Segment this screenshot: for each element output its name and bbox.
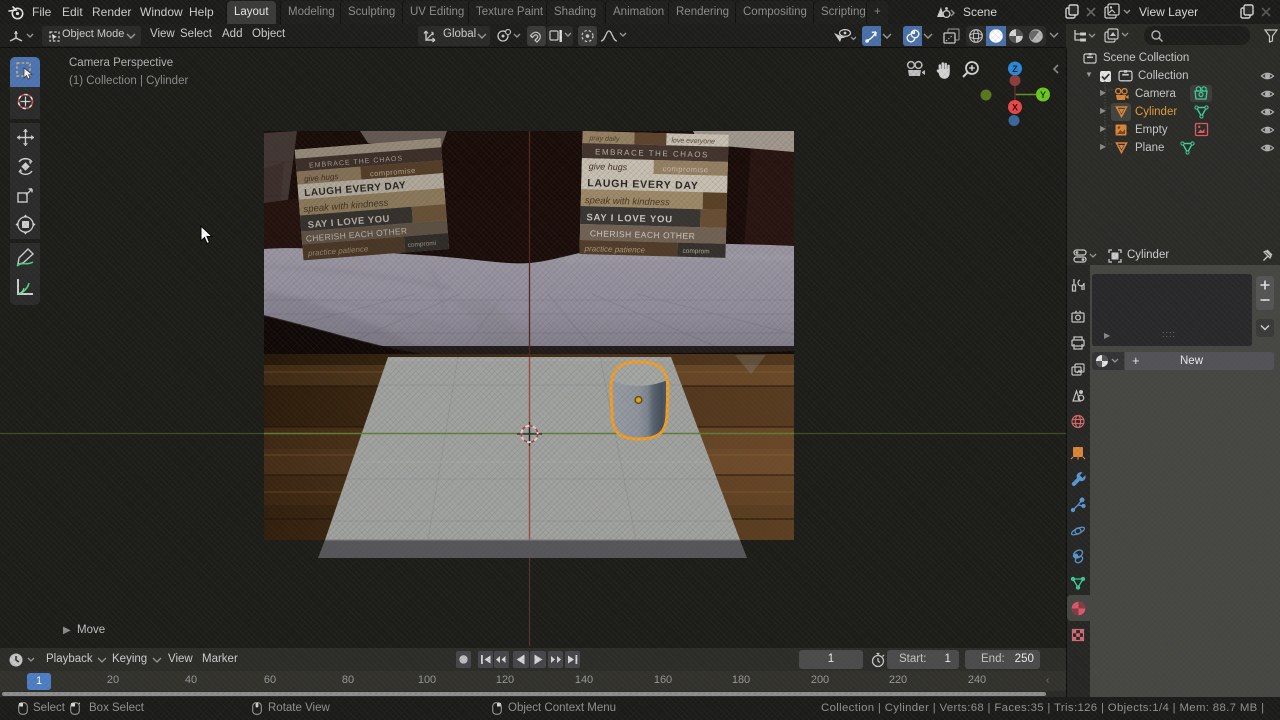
- svg-text:X: X: [1012, 103, 1018, 113]
- svg-text:Y: Y: [1040, 90, 1046, 100]
- svg-text:Z: Z: [1012, 64, 1018, 74]
